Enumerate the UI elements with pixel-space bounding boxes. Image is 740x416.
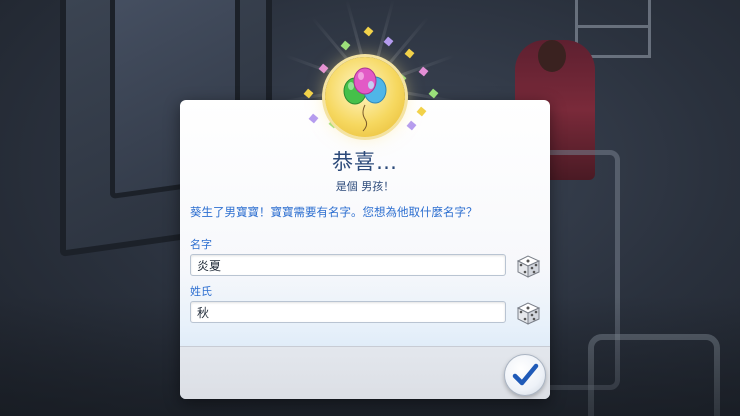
- balloons-icon: [325, 57, 405, 137]
- first-name-label: 名字: [190, 238, 212, 251]
- dialog-message: 葵生了男寶寶！寶寶需要有名字。您想為他取什麼名字？: [190, 205, 478, 219]
- last-name-label: 姓氏: [190, 285, 212, 298]
- checkmark-icon: [512, 363, 539, 386]
- randomize-first-name-dice-icon[interactable]: [514, 253, 542, 279]
- dialog-title: 恭喜…: [332, 150, 398, 174]
- last-name-input[interactable]: [190, 301, 506, 323]
- dialog-footer: [180, 346, 550, 399]
- confirm-button[interactable]: [504, 354, 546, 396]
- first-name-input[interactable]: [190, 254, 506, 276]
- sim-character-head: [538, 40, 566, 72]
- dialog-subtitle: 是個 男孩！: [335, 180, 395, 193]
- randomize-last-name-dice-icon[interactable]: [514, 300, 542, 326]
